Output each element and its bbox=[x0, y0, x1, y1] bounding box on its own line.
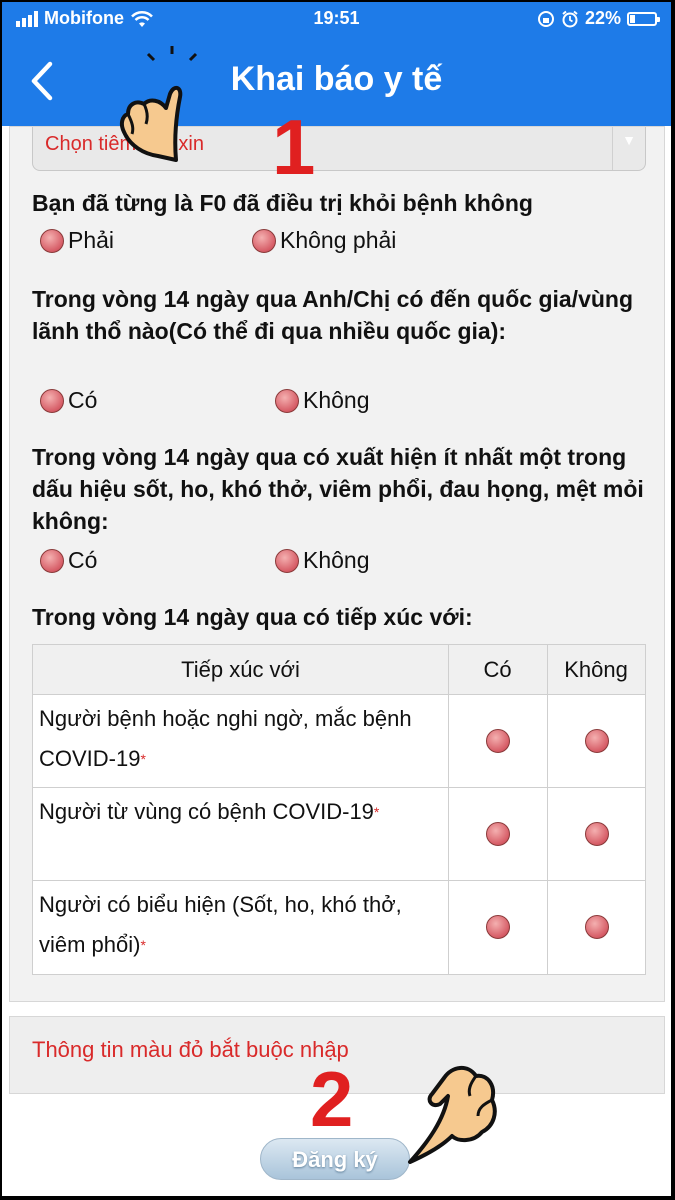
battery-icon bbox=[627, 11, 660, 26]
radio-contact-2-no[interactable] bbox=[585, 822, 609, 846]
rotation-lock-icon bbox=[537, 10, 554, 27]
question-contact: Trong vòng 14 ngày qua có tiếp xúc với: bbox=[32, 604, 473, 630]
phone-frame: Mobifone 19:51 22% Khai báo y tế Chọn ti… bbox=[0, 0, 675, 1200]
radio-contact-3-no[interactable] bbox=[585, 915, 609, 939]
radio-button[interactable] bbox=[40, 388, 64, 413]
radio-contact-1-no[interactable] bbox=[585, 729, 609, 753]
row-label: Người bệnh hoặc nghi ngờ, mắc bệnh COVID… bbox=[39, 706, 412, 771]
row-label: Người từ vùng có bệnh COVID-19 bbox=[39, 799, 374, 824]
required-mark: * bbox=[140, 937, 146, 953]
app-header: Mobifone 19:51 22% Khai báo y tế bbox=[2, 2, 671, 126]
dropdown-arrow-icon: ▼ bbox=[612, 127, 645, 170]
radio-f0-no[interactable]: Không phải bbox=[252, 227, 396, 254]
screen: Mobifone 19:51 22% Khai báo y tế Chọn ti… bbox=[2, 2, 671, 1196]
radio-contact-2-yes[interactable] bbox=[486, 822, 510, 846]
radio-button[interactable] bbox=[40, 548, 64, 573]
table-row: Người bệnh hoặc nghi ngờ, mắc bệnh COVID… bbox=[33, 695, 645, 788]
row-label: Người có biểu hiện (Sốt, ho, khó thở, vi… bbox=[39, 892, 402, 957]
status-bar: Mobifone 19:51 22% bbox=[2, 8, 671, 32]
contact-table: Tiếp xúc với Có Không Người bệnh hoặc ng… bbox=[32, 644, 646, 975]
pointing-hand-icon bbox=[408, 1066, 497, 1164]
radio-button[interactable] bbox=[252, 228, 276, 253]
required-mark: * bbox=[373, 804, 380, 820]
radio-contact-3-yes[interactable] bbox=[486, 915, 510, 939]
radio-contact-1-yes[interactable] bbox=[486, 729, 510, 753]
radio-button[interactable] bbox=[40, 228, 64, 253]
radio-f0-yes[interactable]: Phải bbox=[40, 227, 114, 254]
declaration-form: Chọn tiêm vắc xin ▼ Bạn đã từng là F0 đã… bbox=[9, 126, 665, 1002]
question-travel: Trong vòng 14 ngày qua Anh/Chị có đến qu… bbox=[32, 286, 634, 344]
annotation-step-1: 1 bbox=[272, 103, 316, 191]
question-symptoms: Trong vòng 14 ngày qua có xuất hiện ít n… bbox=[32, 444, 644, 534]
table-row: Người từ vùng có bệnh COVID-19* bbox=[33, 788, 645, 881]
alarm-icon bbox=[562, 10, 578, 27]
table-row: Người có biểu hiện (Sốt, ho, khó thở, vi… bbox=[33, 881, 645, 974]
required-mark: * bbox=[140, 751, 146, 767]
radio-button[interactable] bbox=[275, 548, 299, 573]
question-f0: Bạn đã từng là F0 đã điều trị khỏi bệnh … bbox=[32, 190, 533, 216]
annotation-step-2: 2 bbox=[310, 1055, 354, 1143]
pointing-hand-icon bbox=[119, 46, 198, 162]
page-title: Khai báo y tế bbox=[230, 60, 443, 98]
radio-symptoms-yes[interactable]: Có bbox=[40, 547, 97, 574]
column-header-contact: Tiếp xúc với bbox=[33, 645, 448, 695]
battery-percent: 22% bbox=[584, 8, 621, 28]
radio-symptoms-no[interactable]: Không bbox=[275, 547, 370, 574]
radio-travel-yes[interactable]: Có bbox=[40, 387, 97, 414]
column-header-yes: Có bbox=[448, 645, 547, 695]
column-header-no: Không bbox=[547, 645, 645, 695]
radio-button[interactable] bbox=[275, 388, 299, 413]
register-button[interactable]: Đăng ký bbox=[260, 1138, 410, 1180]
radio-travel-no[interactable]: Không bbox=[275, 387, 370, 414]
